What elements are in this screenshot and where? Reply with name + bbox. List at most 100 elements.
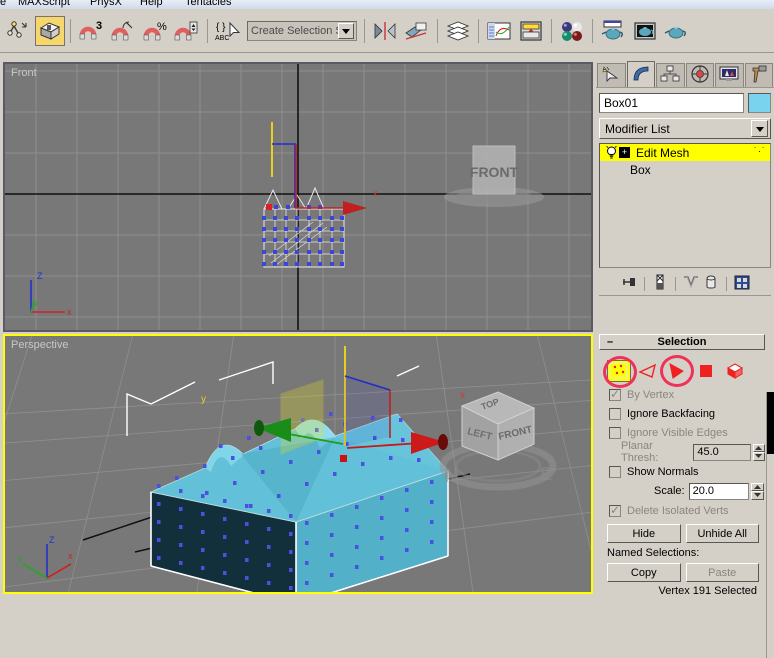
percent-snap-toggle-button[interactable]: %	[140, 16, 170, 46]
angle-snap-toggle-button[interactable]	[108, 16, 138, 46]
create-selection-set-combo[interactable]: Create Selection Set	[247, 20, 357, 41]
modifier-stack-item-box[interactable]: Box	[600, 161, 770, 178]
lightbulb-icon[interactable]	[604, 146, 618, 159]
svg-text:y: y	[18, 553, 23, 563]
modifier-name: Edit Mesh	[636, 145, 690, 160]
expand-plus-icon[interactable]: +	[619, 147, 630, 158]
chevron-down-icon[interactable]	[338, 22, 354, 39]
snaps-toggle-button[interactable]: 3	[76, 16, 106, 46]
front-viewcube[interactable]: FRONT	[431, 134, 561, 214]
menu-item-help[interactable]: Help	[140, 0, 163, 8]
sub-object-element-button[interactable]	[723, 360, 747, 382]
command-panel-tab-motion[interactable]	[685, 63, 714, 87]
ignore-visible-edges-checkbox[interactable]	[609, 426, 621, 439]
command-panel-tab-create[interactable]	[597, 63, 626, 87]
menu-item-physx[interactable]: PhysX	[90, 0, 122, 8]
object-color-swatch[interactable]	[748, 93, 771, 113]
hide-button[interactable]: Hide	[607, 524, 681, 543]
render-setup-button[interactable]	[598, 16, 628, 46]
scale-label: Scale:	[654, 485, 685, 497]
spinner-snap-toggle-button[interactable]	[172, 16, 202, 46]
planar-thresh-spinner[interactable]	[752, 443, 765, 461]
sub-object-face-button[interactable]	[660, 355, 694, 387]
mirror-button[interactable]	[370, 16, 400, 46]
hierarchy-icon	[660, 65, 680, 86]
modifier-list-label: Modifier List	[605, 121, 670, 136]
collapse-icon[interactable]: –	[607, 336, 613, 348]
svg-text:y: y	[201, 394, 206, 405]
command-panel-scrollbar[interactable]	[766, 392, 774, 658]
make-unique-icon	[683, 275, 699, 292]
render-production-button[interactable]	[662, 16, 692, 46]
command-panel-tab-utilities[interactable]	[744, 63, 773, 87]
spinner-down-icon[interactable]	[750, 491, 764, 500]
svg-text:ABC: ABC	[215, 35, 229, 42]
spinner-down-icon[interactable]	[752, 452, 765, 461]
command-panel-tab-display[interactable]	[715, 63, 744, 87]
perspective-viewcube[interactable]: N E TOP LEFT FRONT	[436, 384, 571, 499]
front-viewport[interactable]: x Z x y FRONT Front	[3, 62, 593, 332]
named-selection-sets-button[interactable]	[35, 15, 65, 46]
curve-editor-button[interactable]	[484, 16, 514, 46]
perspective-viewport[interactable]: x y N E TOP LEFT FRONT Z x y Perspective	[3, 334, 593, 594]
show-normals-checkbox[interactable]	[609, 465, 621, 478]
viewcube-front-label: FRONT	[470, 164, 519, 180]
menu-item-maxscript[interactable]: MAXScript	[18, 0, 70, 8]
menu-item-tentacles[interactable]: Tentacles	[185, 0, 231, 8]
command-panel-tab-modify[interactable]	[626, 61, 655, 87]
remove-modifier-button[interactable]	[701, 274, 721, 294]
menu-item-e[interactable]: e	[0, 0, 6, 8]
abc-cursor-icon: { } ABC	[215, 19, 241, 43]
chevron-down-icon[interactable]	[751, 120, 768, 137]
magnet-3-icon: 3	[78, 19, 104, 43]
ignore-backfacing-checkbox[interactable]	[609, 407, 621, 420]
layer-manager-button[interactable]	[443, 16, 473, 46]
toolbar-separator	[592, 18, 593, 43]
paste-button[interactable]: Paste	[685, 563, 759, 582]
edit-named-selection-sets-button[interactable]: { } ABC	[213, 16, 243, 46]
delete-isolated-verts-row[interactable]: Delete Isolated Verts	[599, 501, 765, 520]
align-button[interactable]	[402, 16, 432, 46]
spinner-up-icon[interactable]	[752, 443, 765, 452]
svg-text:x: x	[67, 307, 72, 317]
rendered-frame-window-button[interactable]	[630, 16, 660, 46]
object-name-field[interactable]: Box01	[599, 93, 744, 113]
show-end-result-button[interactable]	[650, 274, 670, 294]
select-and-link-button[interactable]	[3, 16, 33, 46]
make-unique-button[interactable]	[681, 274, 701, 294]
copy-paste-row: Copy Paste	[599, 559, 765, 582]
modifier-stack-toolbar	[599, 272, 771, 296]
scale-row: Scale: 20.0	[599, 481, 765, 501]
main-toolbar: 3 % {} ABC Create Selection	[0, 9, 774, 53]
modifier-list-dropdown[interactable]: Modifier List	[599, 118, 771, 139]
by-vertex-checkbox[interactable]	[609, 387, 621, 401]
box-icon	[38, 20, 62, 42]
schematic-view-button[interactable]	[516, 16, 546, 46]
modifier-stack[interactable]: + Edit Mesh ˙·˙ Box	[599, 143, 771, 268]
configure-modifier-sets-button[interactable]	[732, 274, 752, 294]
modifier-stack-item-edit-mesh[interactable]: + Edit Mesh ˙·˙	[600, 144, 770, 161]
link-icon	[6, 19, 30, 43]
ignore-backfacing-row[interactable]: Ignore Backfacing	[599, 404, 765, 423]
pin-stack-button[interactable]	[619, 274, 639, 294]
by-vertex-row[interactable]: By Vertex	[599, 385, 765, 404]
menu-bar[interactable]: e MAXScript PhysX Help Tentacles	[0, 0, 774, 9]
copy-button[interactable]: Copy	[607, 563, 681, 582]
sub-object-polygon-button[interactable]	[694, 360, 718, 382]
selection-rollout-header[interactable]: – Selection	[599, 334, 765, 350]
unhide-all-button[interactable]: Unhide All	[685, 524, 759, 543]
material-editor-button[interactable]	[557, 16, 587, 46]
by-vertex-label: By Vertex	[627, 388, 675, 401]
delete-isolated-verts-checkbox[interactable]	[609, 503, 621, 517]
sub-object-edge-button[interactable]	[636, 360, 660, 382]
vertex-icon	[609, 362, 628, 379]
show-normals-row[interactable]: Show Normals	[599, 462, 765, 481]
sub-object-vertex-button[interactable]	[603, 356, 637, 388]
scale-spinner[interactable]	[750, 482, 764, 500]
spinner-up-icon[interactable]	[750, 482, 764, 491]
scale-value[interactable]: 20.0	[688, 482, 749, 500]
ignore-backfacing-label: Ignore Backfacing	[627, 407, 716, 420]
scrollbar-thumb[interactable]	[767, 392, 774, 454]
planar-thresh-value[interactable]: 45.0	[693, 443, 751, 461]
command-panel-tab-hierarchy[interactable]	[656, 63, 685, 87]
